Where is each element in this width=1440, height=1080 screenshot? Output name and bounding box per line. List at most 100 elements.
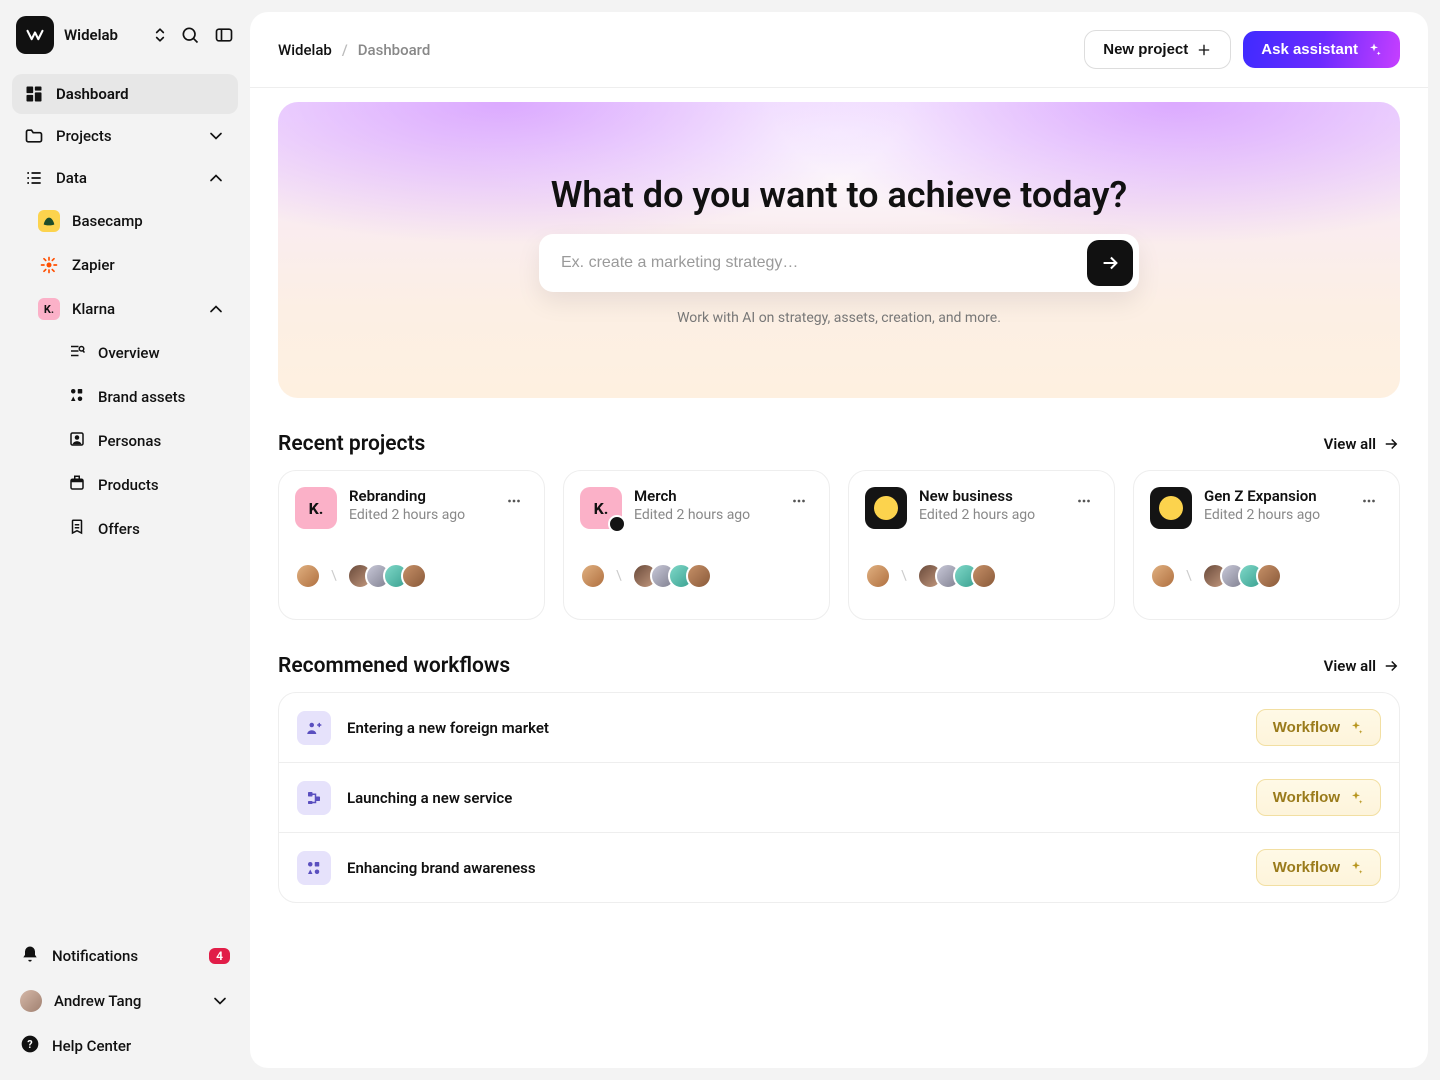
new-project-button[interactable]: New project bbox=[1084, 30, 1231, 69]
project-card[interactable]: K. Rebranding Edited 2 hours ago \ bbox=[278, 470, 545, 620]
workspace-switcher[interactable]: Widelab bbox=[12, 12, 238, 58]
search-icon[interactable] bbox=[180, 25, 200, 45]
brand-assets-icon bbox=[68, 386, 86, 408]
avatar bbox=[1256, 563, 1282, 589]
sparkle-icon bbox=[1366, 42, 1382, 58]
workflow-button-label: Workflow bbox=[1273, 859, 1340, 876]
hero-input-field[interactable] bbox=[561, 240, 1075, 286]
data-item-klarna[interactable]: K. Klarna bbox=[26, 288, 238, 330]
panel-toggle-icon[interactable] bbox=[214, 25, 234, 45]
nav-data[interactable]: Data bbox=[12, 158, 238, 198]
user-menu[interactable]: Andrew Tang bbox=[12, 980, 238, 1022]
notifications-badge: 4 bbox=[209, 948, 230, 964]
hero-subtitle: Work with AI on strategy, assets, creati… bbox=[677, 310, 1001, 326]
nav-dashboard[interactable]: Dashboard bbox=[12, 74, 238, 114]
hero-prompt[interactable] bbox=[539, 234, 1139, 292]
chevron-down-icon bbox=[206, 126, 226, 146]
klarna-brand-assets[interactable]: Brand assets bbox=[56, 376, 238, 418]
klarna-personas-label: Personas bbox=[98, 432, 161, 450]
updown-icon bbox=[150, 25, 170, 45]
new-project-label: New project bbox=[1103, 41, 1188, 58]
project-menu-button[interactable] bbox=[500, 487, 528, 515]
workflow-row[interactable]: Entering a new foreign market Workflow bbox=[279, 693, 1399, 763]
klarna-icon: K. bbox=[38, 298, 60, 320]
data-subnav: Basecamp Zapier K. Klarna bbox=[12, 200, 238, 550]
project-menu-button[interactable] bbox=[785, 487, 813, 515]
more-icon bbox=[505, 492, 523, 510]
project-brand-icon: K. bbox=[580, 487, 622, 529]
workflow-title: Launching a new service bbox=[347, 789, 1240, 807]
project-brand-icon bbox=[1150, 487, 1192, 529]
dashboard-icon bbox=[24, 84, 44, 104]
recommended-view-all[interactable]: View all bbox=[1324, 657, 1400, 675]
hero-title: What do you want to achieve today? bbox=[551, 174, 1128, 216]
view-all-label: View all bbox=[1324, 657, 1376, 675]
help-icon: ? bbox=[20, 1034, 40, 1058]
data-item-zapier-label: Zapier bbox=[72, 256, 115, 274]
project-card[interactable]: K. Merch Edited 2 hours ago \ bbox=[563, 470, 830, 620]
project-menu-button[interactable] bbox=[1355, 487, 1383, 515]
project-menu-button[interactable] bbox=[1070, 487, 1098, 515]
hero: What do you want to achieve today? Work … bbox=[278, 102, 1400, 398]
workspace-logo bbox=[16, 16, 54, 54]
more-icon bbox=[1360, 492, 1378, 510]
klarna-brand-assets-label: Brand assets bbox=[98, 388, 185, 406]
avatar bbox=[686, 563, 712, 589]
avatar bbox=[20, 990, 42, 1012]
workflow-button[interactable]: Workflow bbox=[1256, 779, 1381, 816]
bell-icon bbox=[20, 944, 40, 968]
more-icon bbox=[790, 492, 808, 510]
ask-assistant-label: Ask assistant bbox=[1261, 41, 1358, 58]
workflow-row[interactable]: Enhancing brand awareness Workflow bbox=[279, 833, 1399, 902]
arrow-right-icon bbox=[1382, 435, 1400, 453]
klarna-personas[interactable]: Personas bbox=[56, 420, 238, 462]
project-subtitle: Edited 2 hours ago bbox=[1204, 507, 1320, 523]
plus-icon bbox=[1196, 42, 1212, 58]
recent-view-all[interactable]: View all bbox=[1324, 435, 1400, 453]
chevron-up-icon bbox=[206, 299, 226, 319]
klarna-products-label: Products bbox=[98, 476, 159, 494]
svg-text:?: ? bbox=[27, 1038, 32, 1051]
hero-submit-button[interactable] bbox=[1087, 240, 1133, 286]
project-card[interactable]: Gen Z Expansion Edited 2 hours ago \ bbox=[1133, 470, 1400, 620]
folder-icon bbox=[24, 126, 44, 146]
project-subtitle: Edited 2 hours ago bbox=[634, 507, 750, 523]
workflow-row[interactable]: Launching a new service Workflow bbox=[279, 763, 1399, 833]
breadcrumb-root[interactable]: Widelab bbox=[278, 41, 332, 59]
breadcrumb-separator: / bbox=[342, 41, 348, 59]
project-card[interactable]: New business Edited 2 hours ago \ bbox=[848, 470, 1115, 620]
avatar bbox=[971, 563, 997, 589]
arrow-right-icon bbox=[1099, 252, 1121, 274]
content: What do you want to achieve today? Work … bbox=[250, 88, 1428, 943]
sparkle-icon bbox=[1348, 860, 1364, 876]
klarna-offers[interactable]: Offers bbox=[56, 508, 238, 550]
project-members: \ bbox=[295, 563, 528, 589]
view-all-label: View all bbox=[1324, 435, 1376, 453]
workflow-button[interactable]: Workflow bbox=[1256, 709, 1381, 746]
notifications[interactable]: Notifications 4 bbox=[12, 934, 238, 978]
project-title: Gen Z Expansion bbox=[1204, 487, 1320, 505]
project-subtitle: Edited 2 hours ago bbox=[349, 507, 465, 523]
avatar bbox=[1150, 563, 1176, 589]
project-brand-icon bbox=[865, 487, 907, 529]
workflow-icon bbox=[297, 711, 331, 745]
nav-projects[interactable]: Projects bbox=[12, 116, 238, 156]
sidebar: Widelab Dashboard Projects bbox=[0, 0, 250, 1080]
project-title: Rebranding bbox=[349, 487, 465, 505]
primary-nav: Dashboard Projects Data bbox=[12, 74, 238, 550]
recommended-header: Recommened workflows View all bbox=[278, 654, 1400, 678]
overview-icon bbox=[68, 342, 86, 364]
sparkle-icon bbox=[1348, 790, 1364, 806]
data-item-basecamp[interactable]: Basecamp bbox=[26, 200, 238, 242]
ask-assistant-button[interactable]: Ask assistant bbox=[1243, 31, 1400, 68]
workflow-button-label: Workflow bbox=[1273, 719, 1340, 736]
klarna-overview[interactable]: Overview bbox=[56, 332, 238, 374]
more-icon bbox=[1075, 492, 1093, 510]
help-center[interactable]: ? Help Center bbox=[12, 1024, 238, 1068]
workflow-button[interactable]: Workflow bbox=[1256, 849, 1381, 886]
data-item-zapier[interactable]: Zapier bbox=[26, 244, 238, 286]
avatar bbox=[865, 563, 891, 589]
avatar bbox=[401, 563, 427, 589]
data-item-basecamp-label: Basecamp bbox=[72, 212, 143, 230]
klarna-products[interactable]: Products bbox=[56, 464, 238, 506]
